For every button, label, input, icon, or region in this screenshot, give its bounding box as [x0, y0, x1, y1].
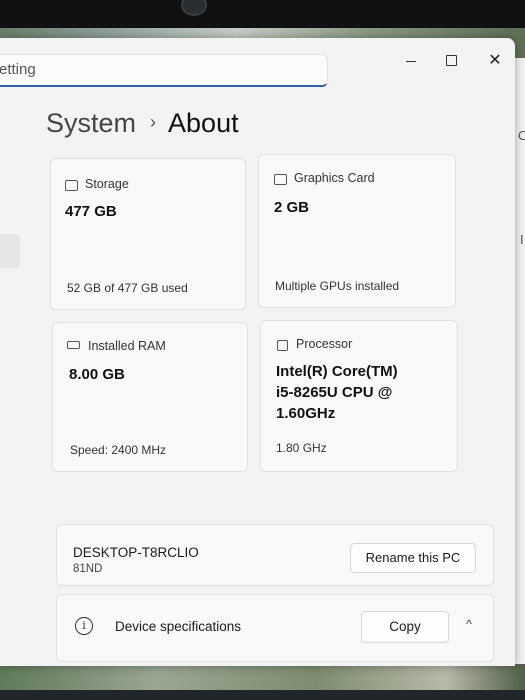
device-specifications-label: Device specifications: [115, 619, 242, 634]
processor-value-line: 1.60GHz: [276, 405, 336, 422]
taskbar: [0, 690, 525, 700]
storage-detail: 52 GB of 477 GB used: [67, 281, 188, 295]
webcam: [181, 0, 207, 16]
chevron-up-icon[interactable]: ^: [459, 617, 479, 633]
processor-card: Processor Intel(R) Core(TM) i5-8265U CPU…: [260, 320, 458, 472]
processor-detail: 1.80 GHz: [276, 441, 327, 455]
graphics-card-label: Graphics Card: [294, 171, 375, 185]
storage-label: Storage: [85, 177, 129, 191]
copy-button[interactable]: Copy: [361, 611, 449, 643]
maximize-button[interactable]: [433, 46, 469, 76]
installed-ram-label: Installed RAM: [88, 339, 166, 353]
device-name: DESKTOP-T8RCLIO: [73, 545, 199, 560]
installed-ram-detail: Speed: 2400 MHz: [70, 443, 167, 457]
graphics-card-value: 2 GB: [274, 199, 310, 216]
page-title: About: [168, 108, 239, 138]
sidebar-selected-item[interactable]: [0, 234, 20, 268]
settings-search-box[interactable]: etting: [0, 54, 328, 87]
installed-ram-value: 8.00 GB: [69, 366, 125, 383]
installed-ram-card: Installed RAM 8.00 GB Speed: 2400 MHz: [52, 322, 248, 472]
search-text: etting: [0, 61, 36, 78]
storage-icon: [65, 180, 78, 191]
close-icon: ✕: [488, 52, 502, 69]
processor-label: Processor: [296, 337, 353, 351]
settings-window: etting ✕ System › About Storage 477 GB 52 …: [0, 38, 515, 666]
processor-value-line: i5-8265U CPU @: [276, 384, 393, 401]
breadcrumb: System › About: [46, 108, 239, 139]
device-name-section: DESKTOP-T8RCLIO 81ND Rename this PC: [56, 524, 494, 586]
device-model: 81ND: [73, 563, 103, 575]
graphics-card-detail: Multiple GPUs installed: [275, 279, 400, 293]
graphics-card-icon: [274, 174, 287, 185]
maximize-icon: [446, 55, 457, 66]
background-glyph: C: [518, 128, 525, 143]
processor-value-line: Intel(R) Core(TM): [276, 363, 398, 380]
close-button[interactable]: ✕: [477, 46, 513, 76]
minimize-button[interactable]: [393, 46, 429, 76]
device-specifications-section[interactable]: i Device specifications Copy ^: [56, 594, 494, 662]
minimize-icon: [406, 61, 416, 62]
breadcrumb-system[interactable]: System: [46, 108, 136, 138]
storage-value: 477 GB: [65, 203, 117, 220]
rename-pc-button[interactable]: Rename this PC: [350, 543, 476, 573]
monitor-bezel: [0, 0, 525, 30]
chevron-right-icon: ›: [150, 112, 157, 132]
info-icon: i: [75, 617, 93, 635]
window-caption-buttons: ✕: [375, 46, 515, 76]
ram-icon: [67, 341, 80, 349]
graphics-card-card: Graphics Card 2 GB Multiple GPUs install…: [258, 154, 456, 308]
background-glyph: I: [520, 232, 524, 247]
processor-icon: [277, 340, 288, 351]
storage-card: Storage 477 GB 52 GB of 477 GB used: [50, 158, 246, 310]
